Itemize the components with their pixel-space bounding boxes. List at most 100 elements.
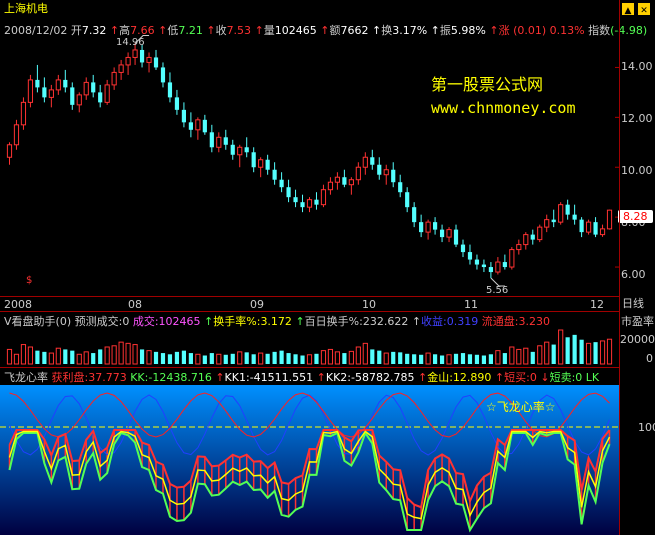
candle-body — [488, 267, 493, 273]
candle-body — [439, 229, 445, 238]
time-tick: 2008 — [4, 298, 32, 311]
candle-body — [551, 219, 556, 223]
volume-bar — [286, 353, 291, 364]
volume-bar — [495, 350, 501, 365]
candle-body — [63, 79, 68, 88]
candle-body — [606, 209, 613, 230]
volume-bar — [314, 353, 319, 364]
volume-bar — [432, 354, 438, 364]
indicator-axis-label: 100 — [638, 421, 655, 434]
volume-bar — [35, 350, 40, 364]
candle-body — [383, 169, 389, 176]
kk-value: -12438.716 — [148, 371, 212, 384]
time-axis: 2008 08 09 10 11 12 — [0, 296, 619, 311]
kk1-label: KK1: — [224, 371, 250, 384]
candle-body — [35, 79, 40, 88]
volume-bar — [537, 345, 543, 365]
volume-bar — [334, 351, 341, 365]
price-tick: 14.00 — [621, 60, 653, 73]
volume-bar — [579, 339, 584, 364]
period-label[interactable]: 日线 — [622, 297, 644, 310]
candle-body — [355, 166, 361, 181]
candle-body — [460, 244, 466, 253]
volume-bar — [488, 354, 493, 364]
candle-body — [537, 226, 543, 241]
candle-body — [195, 119, 201, 131]
volume-axis-zero: 0 — [646, 352, 653, 365]
volume-bar — [209, 353, 214, 364]
jinshan-value: 12.890 — [452, 371, 492, 384]
volume-bar — [83, 351, 89, 365]
kk-label: KK: — [130, 371, 149, 384]
volume-bar — [405, 353, 410, 364]
volume-bar — [20, 344, 27, 365]
candle-body — [419, 222, 424, 233]
volume-panel-title[interactable]: V看盘助手(0) — [4, 315, 71, 328]
candle-body — [223, 137, 228, 145]
candle-body — [599, 228, 606, 236]
candle-body — [251, 152, 256, 168]
candle-body — [244, 147, 249, 153]
kk2-value: -58782.785 — [351, 371, 415, 384]
volume-chart[interactable] — [0, 328, 619, 366]
volume-bar — [48, 352, 54, 365]
volume-bar — [572, 334, 577, 364]
dividend-marker-icon: $ — [26, 275, 33, 286]
candle-body — [91, 82, 96, 93]
volume-bar — [104, 346, 110, 365]
candle-body — [70, 87, 75, 105]
candle-body — [558, 204, 564, 223]
indicator-title[interactable]: 飞龙心率 — [4, 371, 48, 384]
volume-bar — [474, 354, 480, 364]
volume-bar — [558, 329, 564, 365]
volume-bar — [412, 354, 417, 364]
volume-bar — [111, 345, 117, 365]
volume-bar — [279, 350, 284, 364]
candle-body — [320, 189, 327, 206]
volume-bar — [370, 349, 375, 364]
volume-bar — [132, 344, 138, 365]
candle-body — [104, 84, 110, 103]
volume-axis-label: 200000 — [620, 333, 655, 346]
up-arrow-icon: ↑ — [204, 315, 214, 328]
candle-body — [55, 79, 61, 91]
short-sell-value: 0 — [575, 371, 583, 384]
volume-bar — [160, 353, 166, 364]
volume-bar — [348, 350, 354, 365]
volume-bar — [167, 354, 173, 364]
time-tick: 08 — [128, 298, 142, 311]
watermark-title: 第一股票公式网 — [431, 75, 544, 94]
volume-bar — [272, 351, 277, 364]
candle-body — [237, 146, 243, 156]
up-arrow-icon: ↑ — [316, 371, 326, 384]
candle-body — [334, 176, 341, 183]
stock-name: 上海机电 — [4, 2, 48, 15]
candle-body — [188, 122, 193, 130]
pe-label: 市盈率 — [621, 315, 654, 328]
volume-bar — [530, 351, 535, 364]
price-chart[interactable] — [0, 24, 619, 296]
candle-body — [453, 229, 459, 245]
candle-body — [412, 207, 417, 223]
candle-body — [446, 229, 452, 238]
candle-body — [593, 222, 598, 235]
candle-body — [467, 252, 473, 260]
volume-bar — [118, 341, 124, 365]
jinshan-label: 金山: — [427, 371, 453, 384]
watermark-url: www.chnmoney.com — [431, 99, 576, 117]
up-arrow-icon: ↑ — [215, 371, 225, 384]
volume-bar — [195, 353, 201, 365]
volume-bar — [125, 342, 131, 365]
volume-bar — [419, 354, 424, 364]
candle-body — [565, 204, 570, 215]
candle-body — [314, 199, 319, 205]
volume-bar — [606, 338, 613, 365]
kk2-label: KK2: — [325, 371, 352, 384]
price-tick: 6.00 — [621, 268, 646, 281]
candle-body — [42, 87, 47, 98]
candle-body — [272, 169, 277, 180]
volume-bar — [320, 350, 327, 365]
svg-text:▲: ▲ — [625, 6, 632, 16]
candle-body — [209, 132, 214, 148]
volume-bar — [565, 337, 570, 364]
